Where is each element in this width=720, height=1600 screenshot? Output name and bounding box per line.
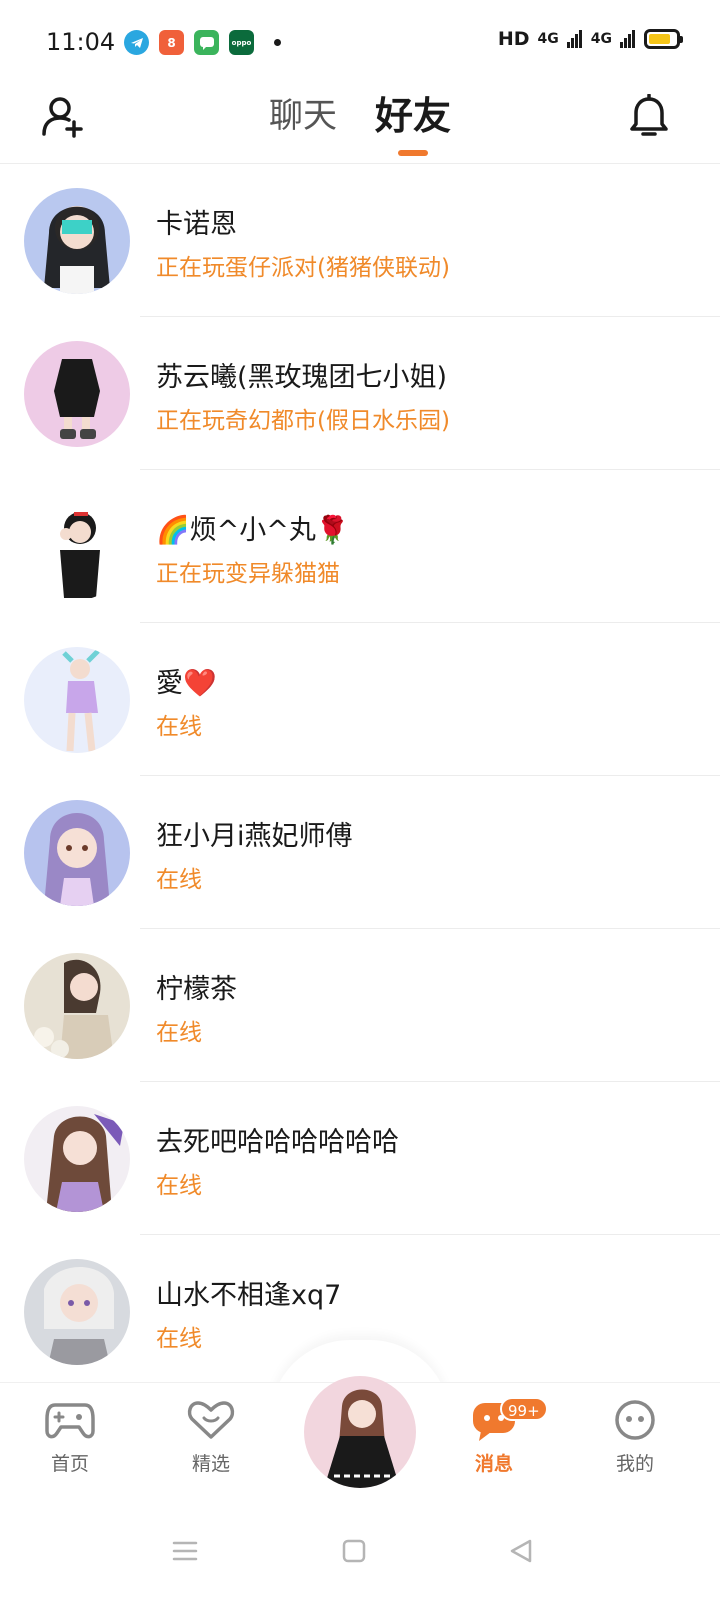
friend-name: 🌈烦^小^丸🌹: [156, 515, 350, 546]
oppo-icon: oppo: [229, 30, 254, 55]
status-bar: 11:04 8 oppo HD 4G 4G: [0, 0, 720, 84]
notification-icons: 8 oppo: [124, 30, 281, 55]
nav-mine-label: 我的: [615, 1453, 654, 1475]
friend-list: 卡诺恩 正在玩蛋仔派对(猪猪侠联动) 苏云曦(黑玫瑰团七小姐) 正在玩奇幻都市(…: [0, 164, 720, 1388]
friend-item[interactable]: 狂小月i燕妃师傅 在线: [0, 776, 720, 929]
avatar[interactable]: [24, 1259, 130, 1365]
back-triangle-icon[interactable]: [508, 1538, 534, 1564]
friend-item[interactable]: 🌈烦^小^丸🌹 正在玩变异躲猫猫: [0, 470, 720, 623]
center-character-avatar[interactable]: [304, 1376, 416, 1488]
home-square-icon[interactable]: [341, 1538, 367, 1564]
signal-1: 4G: [537, 31, 559, 47]
friend-status: 在线: [156, 1173, 202, 1199]
avatar[interactable]: [24, 800, 130, 906]
friend-item[interactable]: 苏云曦(黑玫瑰团七小姐) 正在玩奇幻都市(假日水乐园): [0, 317, 720, 470]
nav-home[interactable]: 首页: [20, 1399, 120, 1476]
avatar[interactable]: [24, 341, 130, 447]
nav-home-label: 首页: [50, 1453, 89, 1475]
status-indicators: HD 4G 4G: [497, 28, 683, 50]
nav-mine[interactable]: 我的: [585, 1399, 685, 1476]
kuaishou-icon: 8: [159, 30, 184, 55]
signal-bars-icon: [566, 30, 582, 48]
profile-face-icon: [615, 1400, 655, 1440]
battery-icon: [644, 29, 683, 49]
status-time: 11:04: [46, 28, 116, 56]
active-tab-indicator: [397, 150, 428, 156]
nav-messages-label: 消息: [474, 1453, 513, 1475]
signal-bars-icon-2: [620, 30, 635, 48]
avatar[interactable]: [24, 647, 130, 753]
friend-status: 在线: [156, 1326, 202, 1352]
friend-name: 愛❤️: [156, 668, 217, 699]
battery-level: [649, 34, 670, 44]
friend-name: 去死吧哈哈哈哈哈哈: [156, 1127, 399, 1158]
bell-icon[interactable]: [628, 94, 670, 140]
tab-chat[interactable]: 聊天: [265, 92, 341, 154]
avatar[interactable]: [24, 953, 130, 1059]
nav-featured-label: 精选: [191, 1453, 230, 1475]
friend-name: 柠檬茶: [156, 974, 237, 1005]
telegram-icon: [124, 30, 149, 55]
friend-item[interactable]: 柠檬茶 在线: [0, 929, 720, 1082]
header: 聊天 好友: [0, 84, 720, 164]
nav-messages[interactable]: 99+ 消息: [444, 1397, 548, 1476]
nav-featured[interactable]: 精选: [161, 1399, 261, 1476]
friend-item[interactable]: 去死吧哈哈哈哈哈哈 在线: [0, 1082, 720, 1235]
tab-friends-label: 好友: [374, 94, 451, 138]
messages-badge: 99+: [500, 1397, 548, 1421]
more-notifications-dot: [274, 39, 281, 46]
system-nav-bar: [0, 1512, 720, 1600]
friend-name: 苏云曦(黑玫瑰团七小姐): [156, 362, 448, 393]
friend-status: 在线: [156, 1020, 202, 1046]
tab-bar: 聊天 好友: [0, 92, 720, 156]
friend-item[interactable]: 愛❤️ 在线: [0, 623, 720, 776]
friend-status: 在线: [156, 714, 202, 740]
avatar[interactable]: [24, 188, 130, 294]
hd-label: HD: [497, 28, 530, 50]
friend-status: 在线: [156, 867, 202, 893]
heart-icon: [187, 1401, 235, 1439]
avatar[interactable]: [24, 494, 130, 600]
gamepad-icon: [45, 1403, 95, 1439]
friend-status: 正在玩蛋仔派对(猪猪侠联动): [156, 255, 450, 281]
friend-status: 正在玩奇幻都市(假日水乐园): [156, 408, 450, 434]
friend-name: 狂小月i燕妃师傅: [156, 821, 353, 852]
friend-name: 山水不相逢xq7: [156, 1280, 342, 1311]
friend-item[interactable]: 卡诺恩 正在玩蛋仔派对(猪猪侠联动): [0, 164, 720, 317]
avatar[interactable]: [24, 1106, 130, 1212]
friend-name: 卡诺恩: [156, 209, 237, 240]
tab-chat-label: 聊天: [268, 96, 337, 136]
signal-2: 4G: [590, 31, 612, 47]
tab-friends[interactable]: 好友: [371, 92, 455, 156]
menu-icon[interactable]: [172, 1538, 198, 1564]
friend-status: 正在玩变异躲猫猫: [156, 561, 340, 587]
message-app-icon: [194, 30, 219, 55]
